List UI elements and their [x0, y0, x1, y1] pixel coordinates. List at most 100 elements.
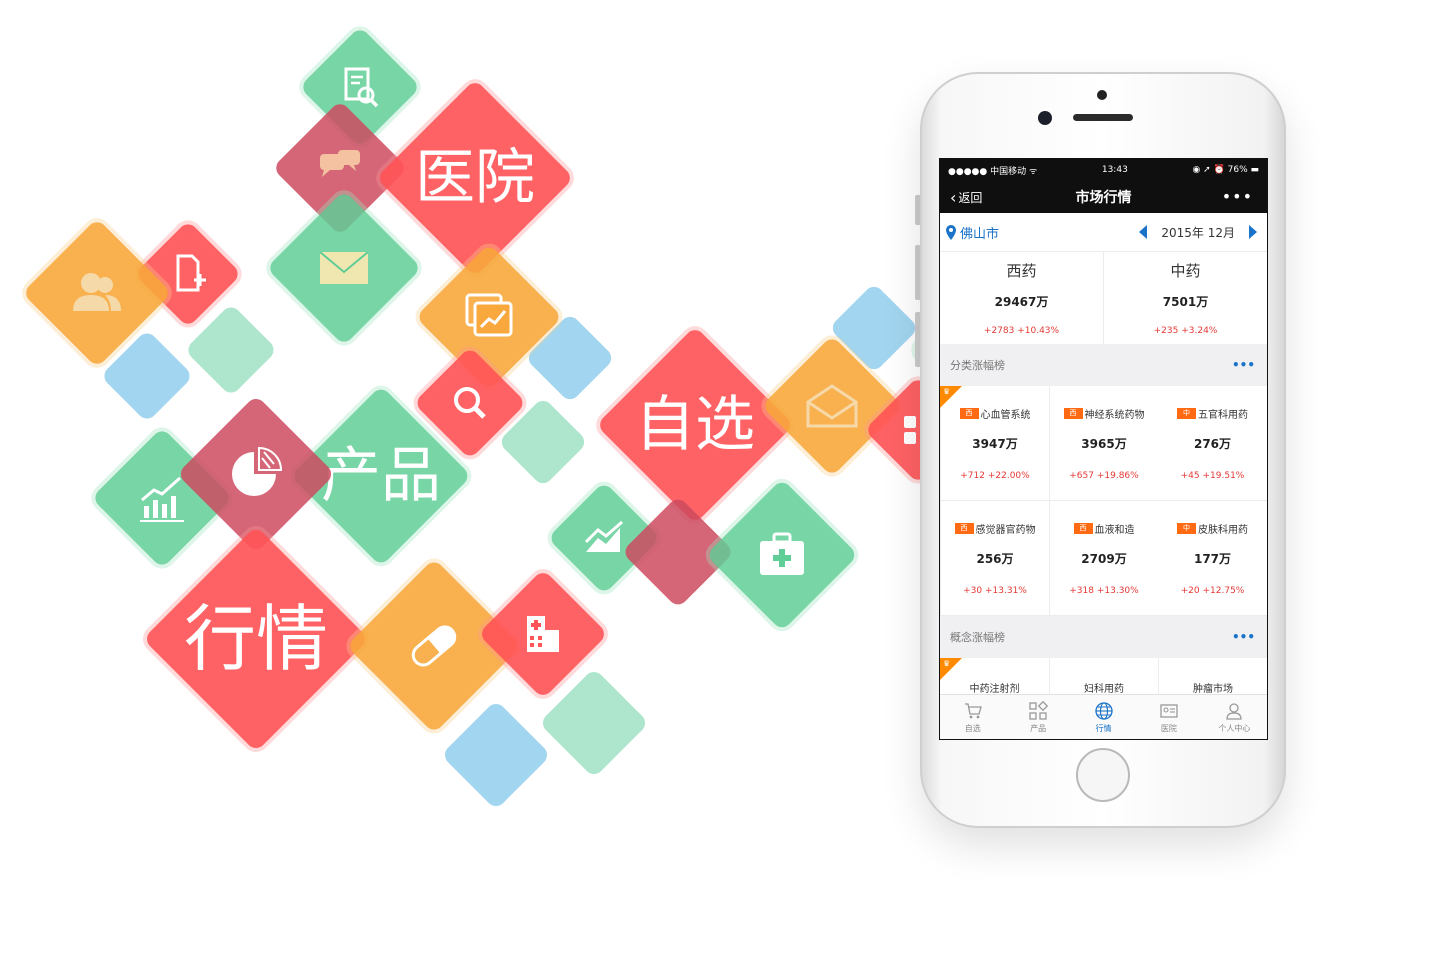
- phone-sensor: [1097, 90, 1107, 100]
- app-screen: ●●●●● 中国移动 ᯤ 13:43 ◉ ➚ ⏰ 76% ▬ ‹ 返回 市场行情…: [940, 159, 1267, 739]
- summary-panel: 西药 29467万 +2783 +10.43% 中药 7501万 +235 +3…: [940, 252, 1267, 344]
- back-button[interactable]: ‹ 返回: [950, 189, 982, 206]
- status-time: 13:43: [1101, 165, 1128, 175]
- summary-value: 29467万: [994, 295, 1049, 309]
- grid-icon: [1029, 700, 1049, 720]
- tab-label: 个人中心: [1218, 723, 1251, 733]
- category-change: +657 +19.86%: [1069, 471, 1139, 481]
- category-name: 血液和造: [1094, 525, 1135, 536]
- category-item[interactable]: 中皮肤科用药 177万 +20 +12.75%: [1158, 501, 1267, 616]
- summary-change: +235 +3.24%: [1153, 326, 1218, 336]
- tile-market-label: 行情: [183, 597, 328, 681]
- concept-item[interactable]: 妇科用药: [1049, 658, 1158, 695]
- trend-up-icon: [584, 520, 623, 552]
- tab-label: 医院: [1160, 723, 1177, 733]
- category-item[interactable]: 西血液和造 2709万 +318 +13.30%: [1049, 501, 1158, 616]
- concept-section-header: 概念涨幅榜 •••: [940, 616, 1267, 658]
- open-envelope-icon: [806, 384, 858, 428]
- category-item[interactable]: 西神经系统药物 3965万 +657 +19.86%: [1049, 386, 1158, 501]
- tab-market[interactable]: 行情: [1071, 695, 1136, 739]
- category-grid: ♛ 西心血管系统 3947万 +712 +22.00% 西神经系统药物 3965…: [940, 386, 1267, 616]
- category-section-header: 分类涨幅榜 •••: [940, 344, 1267, 386]
- category-item[interactable]: 中五官科用药 276万 +45 +19.51%: [1158, 386, 1267, 501]
- id-card-icon: [1160, 703, 1178, 718]
- tile-market: 行情: [142, 525, 370, 753]
- tile-hospital-building: [477, 568, 609, 700]
- category-value: 3965万: [1081, 437, 1127, 451]
- summary-name: 西药: [1006, 262, 1037, 280]
- tab-hospital[interactable]: 医院: [1136, 695, 1201, 739]
- users-icon: [73, 273, 121, 311]
- tile-product-label: 产品: [321, 441, 441, 511]
- tile-medical-kit: [705, 478, 859, 632]
- status-battery: ◉ ➚ ⏰ 76% ▬: [1192, 165, 1259, 175]
- category-change: +712 +22.00%: [960, 471, 1030, 481]
- date-picker: 2015年 12月: [1139, 224, 1257, 241]
- category-change: +318 +13.30%: [1069, 586, 1139, 596]
- city-selector[interactable]: 佛山市: [946, 223, 999, 242]
- summary-chinese[interactable]: 中药 7501万 +235 +3.24%: [1103, 252, 1267, 344]
- type-tag: 西: [959, 408, 979, 419]
- nav-bar: ‹ 返回 市场行情 •••: [940, 181, 1267, 213]
- category-name: 五官科用药: [1198, 410, 1248, 421]
- tab-favorites[interactable]: 自选: [940, 695, 1005, 739]
- tab-label: 产品: [1030, 723, 1047, 733]
- current-month: 2015年 12月: [1161, 225, 1235, 240]
- tab-bar: 自选 产品 行情 医院 个人中心: [940, 694, 1267, 739]
- tile-users: [22, 218, 172, 368]
- category-value: 3947万: [972, 437, 1018, 451]
- medical-kit-icon: [760, 532, 804, 575]
- tile-hospital-label: 医院: [415, 143, 535, 213]
- location-pin-icon: [946, 224, 956, 240]
- summary-change: +2783 +10.43%: [983, 326, 1060, 336]
- concept-more-button[interactable]: •••: [1232, 630, 1255, 644]
- phone-speaker: [1073, 114, 1133, 121]
- gallery-chart-icon: [465, 293, 513, 337]
- tab-profile[interactable]: 个人中心: [1202, 695, 1267, 739]
- category-item[interactable]: 西感觉器官药物 256万 +30 +13.31%: [940, 501, 1049, 616]
- cart-icon: [964, 702, 982, 718]
- back-label: 返回: [958, 191, 983, 205]
- concept-grid: ♛ 中药注射剂 妇科用药 肿瘤市场: [940, 658, 1267, 695]
- tile-favorites-label: 自选: [635, 390, 755, 460]
- category-value: 177万: [1193, 552, 1232, 566]
- category-section-title: 分类涨幅榜: [950, 359, 1005, 372]
- city-date-bar: 佛山市 2015年 12月: [940, 213, 1267, 252]
- type-tag: 西: [1063, 408, 1083, 419]
- hospital-building-icon: [527, 616, 559, 652]
- tab-label: 自选: [964, 723, 981, 733]
- user-icon: [1226, 702, 1242, 720]
- page-title: 市场行情: [1075, 190, 1132, 206]
- more-menu-button[interactable]: •••: [1222, 187, 1253, 206]
- tab-label: 行情: [1095, 723, 1112, 733]
- pie-chart-icon: [232, 446, 283, 496]
- type-tag: 西: [954, 523, 974, 534]
- trophy-icon: ♛: [943, 387, 951, 396]
- search-icon: [454, 387, 486, 419]
- concept-section-title: 概念涨幅榜: [950, 631, 1005, 644]
- category-change: +20 +12.75%: [1180, 586, 1245, 596]
- prev-month-button[interactable]: [1139, 225, 1148, 239]
- phone-front-camera: [1038, 111, 1052, 125]
- tile-mail: [266, 190, 422, 346]
- next-month-button[interactable]: [1249, 225, 1257, 239]
- city-name: 佛山市: [960, 226, 1000, 242]
- phone-home-button[interactable]: [1076, 748, 1130, 802]
- status-carrier: ●●●●● 中国移动 ᯤ: [948, 166, 1038, 177]
- concept-item[interactable]: 肿瘤市场: [1158, 658, 1267, 695]
- summary-western[interactable]: 西药 29467万 +2783 +10.43%: [940, 252, 1103, 344]
- summary-name: 中药: [1170, 262, 1201, 280]
- trophy-icon: ♛: [943, 659, 951, 668]
- category-value: 256万: [976, 552, 1014, 566]
- tile-hospital: 医院: [376, 79, 574, 277]
- tab-products[interactable]: 产品: [1005, 695, 1070, 739]
- category-more-button[interactable]: •••: [1232, 358, 1255, 372]
- category-name: 感觉器官药物: [975, 525, 1036, 536]
- category-name: 心血管系统: [980, 410, 1031, 421]
- type-tag: 中: [1177, 408, 1196, 419]
- status-bar: ●●●●● 中国移动 ᯤ 13:43 ◉ ➚ ⏰ 76% ▬: [940, 159, 1267, 181]
- pill-icon: [411, 625, 457, 667]
- category-change: +45 +19.51%: [1180, 471, 1245, 481]
- summary-value: 7501万: [1162, 295, 1209, 309]
- globe-icon: [1094, 701, 1113, 720]
